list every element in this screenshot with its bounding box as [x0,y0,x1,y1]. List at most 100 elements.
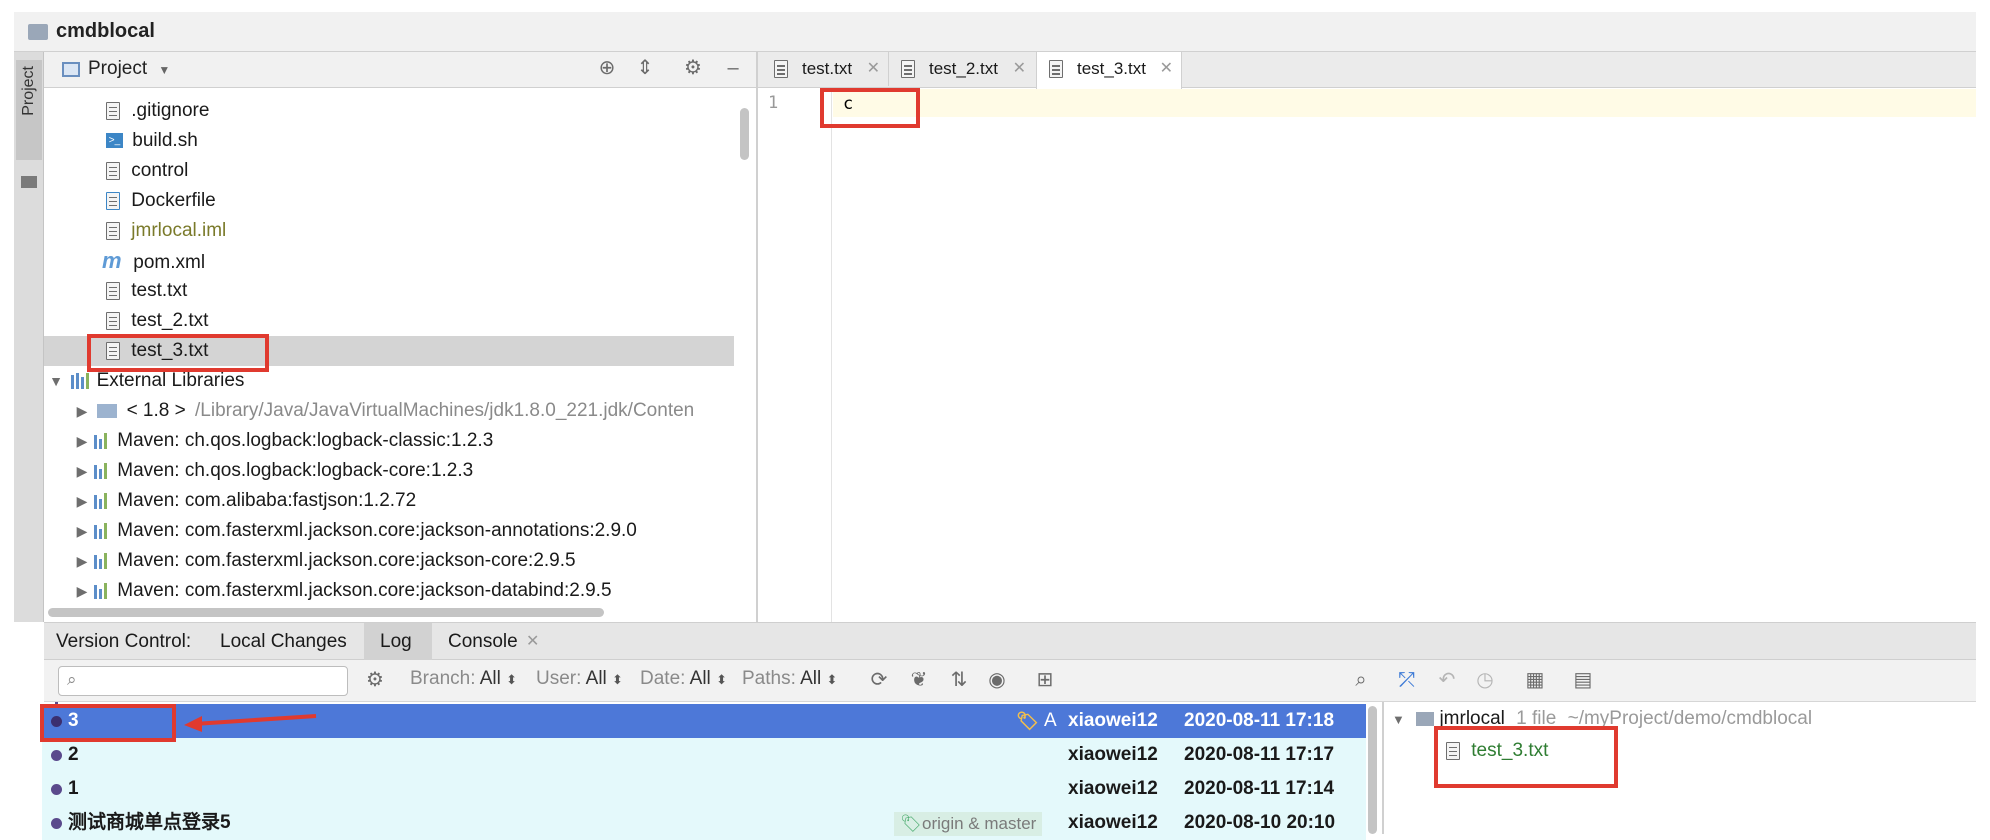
tree-library-item[interactable]: ▶ Maven: ch.qos.logback:logback-classic:… [72,426,494,456]
project-view-selector[interactable]: Project ▼ [88,58,170,80]
filter-branch[interactable]: Branch: All ⬍ [410,668,517,690]
tree-file-dockerfile[interactable]: Dockerfile [106,186,216,216]
cherry-pick-icon[interactable]: ❦ [906,668,932,694]
tab-log[interactable]: Log [364,623,432,661]
changed-files-panel: ▼ jmrlocal 1 file ~/myProject/demo/cmdbl… [1384,702,1976,834]
tab-console[interactable]: Console [448,631,518,653]
new-tab-icon[interactable]: ⊞ [1032,668,1058,694]
tree-file-test[interactable]: test.txt [106,276,187,306]
maven-library-icon [92,432,112,449]
tree-file-build-sh[interactable]: >_ build.sh [106,126,198,156]
tree-file-pom[interactable]: m pom.xml [102,246,205,276]
tab-log-label: Log [380,631,412,652]
close-icon[interactable]: ✕ [1013,52,1026,86]
commit-row[interactable]: 1 xiaowei12 2020-08-11 17:14 [42,772,1366,806]
search-icon: ⌕ [67,670,77,689]
annotation-arrow [184,714,317,732]
tree-library-item[interactable]: ▶ Maven: com.alibaba:fastjson:1.2.72 [72,486,417,516]
commit-node [51,784,62,795]
tree-library-item[interactable]: ▶ Maven: ch.qos.logback:logback-core:1.2… [72,456,474,486]
folder-icon [21,176,37,188]
tag-icon: 🏷 [1016,711,1039,731]
tree-file-test-2[interactable]: test_2.txt [106,306,208,336]
shell-script-icon: >_ [106,133,123,149]
text-file-icon [106,341,120,360]
show-diff-icon[interactable]: ⤱ [1394,668,1420,694]
tab-local-changes[interactable]: Local Changes [220,631,347,653]
search-field[interactable] [89,670,343,694]
sort-icon[interactable]: ⇅ [946,668,972,694]
commit-date: 2020-08-11 17:14 [1184,778,1335,799]
filter-name: Branch: [410,668,476,689]
tree-file-iml[interactable]: jmrlocal.iml [106,216,226,246]
gear-icon[interactable]: ⚙ [680,56,706,82]
locate-target-icon[interactable]: ⊕ [594,56,620,82]
collapsed-triangle-icon[interactable]: ▶ [72,426,92,456]
close-icon[interactable]: ✕ [1160,52,1173,86]
library-label: Maven: ch.qos.logback:logback-core:1.2.3 [117,460,474,481]
library-label: Maven: ch.qos.logback:logback-classic:1.… [117,430,494,451]
tree-file-test-3[interactable]: test_3.txt [106,336,208,366]
tree-horizontal-scrollbar[interactable] [48,608,604,617]
changes-path: ~/myProject/demo/cmdblocal [1567,708,1813,729]
collapsed-triangle-icon[interactable]: ▶ [72,516,92,546]
tab-test-2-txt[interactable]: test_2.txt ✕ [888,52,1034,86]
line-number: 1 [768,93,779,113]
commit-author: xiaowei12 [1068,710,1158,731]
tree-file-gitignore[interactable]: .gitignore [106,96,209,126]
expanded-triangle-icon[interactable]: ▼ [46,366,66,396]
layout-icon[interactable]: ▤ [1570,668,1596,694]
tab-label: test_3.txt [1077,59,1146,78]
tree-library-item[interactable]: ▶ Maven: com.fasterxml.jackson.core:jack… [72,546,576,576]
close-icon[interactable]: ✕ [526,631,539,651]
filter-user[interactable]: User: All ⬍ [536,668,623,690]
close-icon[interactable]: ✕ [867,52,880,86]
tree-vertical-scrollbar[interactable] [740,108,749,160]
filter-date[interactable]: Date: All ⬍ [640,668,727,690]
expanded-triangle-icon[interactable]: ▼ [1392,712,1405,727]
chevron-down-icon: ▼ [158,63,171,77]
collapsed-triangle-icon[interactable]: ▶ [72,396,92,426]
search-icon[interactable]: ⌕ [1348,668,1374,694]
eye-icon[interactable]: ◉ [984,668,1010,694]
editor-content: c [843,94,854,114]
commit-author: xiaowei12 [1068,744,1158,765]
tree-file-control[interactable]: control [106,156,188,186]
jdk-path-label: /Library/Java/JavaVirtualMachines/jdk1.8… [195,400,695,421]
docker-file-icon [106,191,120,210]
tree-library-jdk[interactable]: ▶ < 1.8 > /Library/Java/JavaVirtualMachi… [72,396,695,426]
group-by-icon[interactable]: ▦ [1522,668,1548,694]
commit-tag: A [1044,710,1057,731]
minimize-icon[interactable]: – [720,56,746,82]
project-tool-window-button[interactable]: Project [16,60,42,160]
tree-library-item[interactable]: ▶ Maven: com.fasterxml.jackson.core:jack… [72,576,612,606]
refresh-icon[interactable]: ⟳ [866,668,892,694]
collapsed-triangle-icon[interactable]: ▶ [72,576,92,606]
project-strip-label: Project [20,66,37,116]
project-tree: .gitignore >_ build.sh control Dockerfil… [44,88,744,622]
text-file-icon [1049,60,1063,78]
collapsed-triangle-icon[interactable]: ▶ [72,546,92,576]
commit-list-scrollbar[interactable] [1368,706,1377,834]
maven-library-icon [92,492,112,509]
editor-text-area[interactable]: c [833,89,1976,622]
collapsed-triangle-icon[interactable]: ▶ [72,486,92,516]
tree-library-item[interactable]: ▶ Maven: com.fasterxml.jackson.core:jack… [72,516,637,546]
gear-icon[interactable]: ⚙ [362,668,388,694]
window-title: cmdblocal [56,20,155,42]
branch-label-text: origin & master [922,814,1037,833]
revert-icon[interactable]: ↶ [1434,668,1460,694]
collapse-all-icon[interactable]: ⇕ [632,56,658,82]
maven-library-icon [92,522,112,539]
history-icon[interactable]: ◷ [1472,668,1498,694]
tree-external-libraries[interactable]: ▼ External Libraries [46,366,244,396]
filter-paths[interactable]: Paths: All ⬍ [742,668,837,690]
tab-test-txt[interactable]: test.txt ✕ [762,52,888,86]
search-input[interactable]: ⌕ [58,666,348,696]
commit-row[interactable]: 测试商城单点登录5 🏷 origin & master xiaowei12 202… [42,806,1366,840]
tab-test-3-txt[interactable]: test_3.txt ✕ [1036,52,1182,89]
changed-file-row[interactable]: test_3.txt [1446,734,1548,768]
maven-library-icon [92,582,112,599]
collapsed-triangle-icon[interactable]: ▶ [72,456,92,486]
changes-module-row[interactable]: ▼ jmrlocal 1 file ~/myProject/demo/cmdbl… [1384,702,1812,736]
